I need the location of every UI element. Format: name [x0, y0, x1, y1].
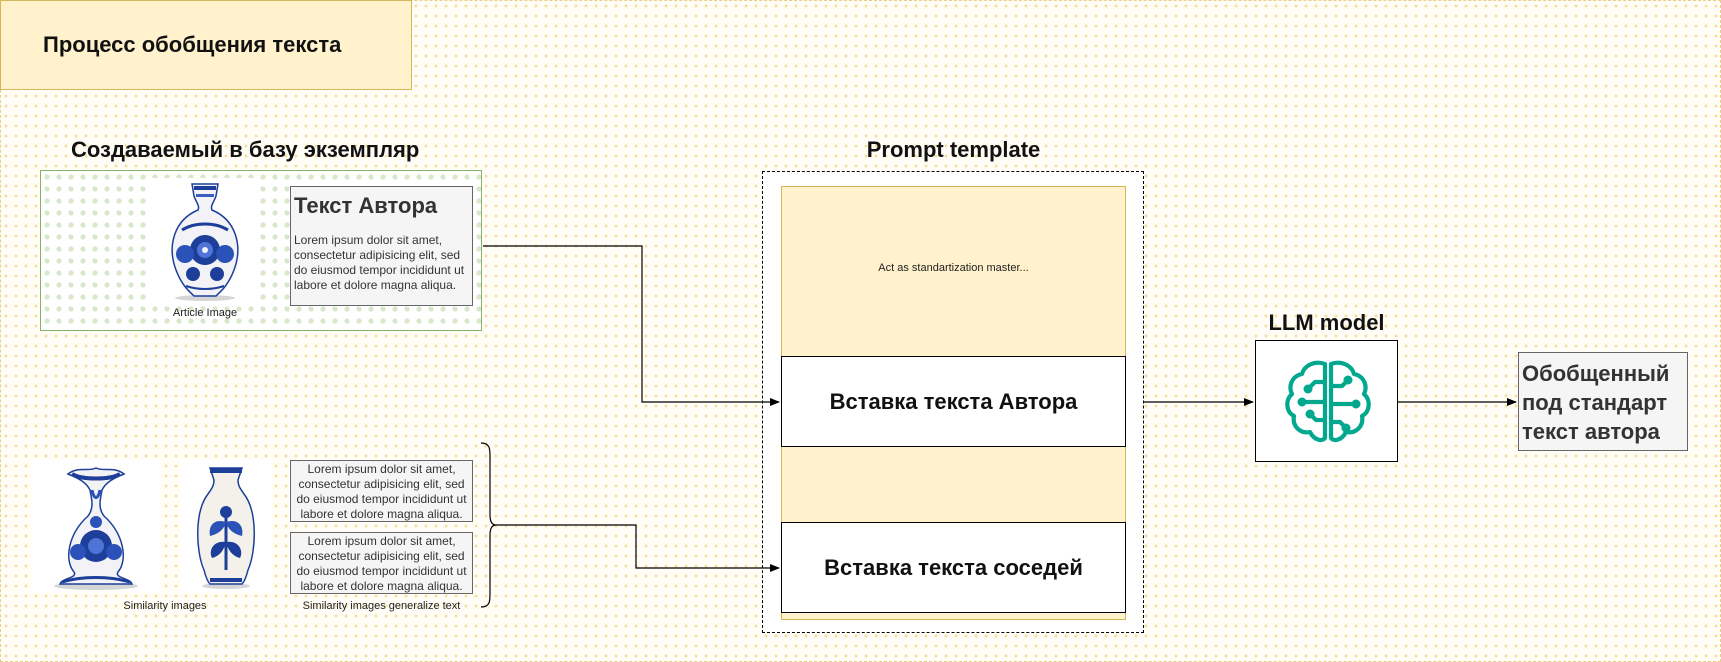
similar-texts-brace: [480, 442, 497, 608]
connectors-layer: [480, 245, 1517, 608]
arrow-neighbors-to-insert: [496, 524, 780, 572]
arrow-author-to-insert: [483, 245, 780, 406]
